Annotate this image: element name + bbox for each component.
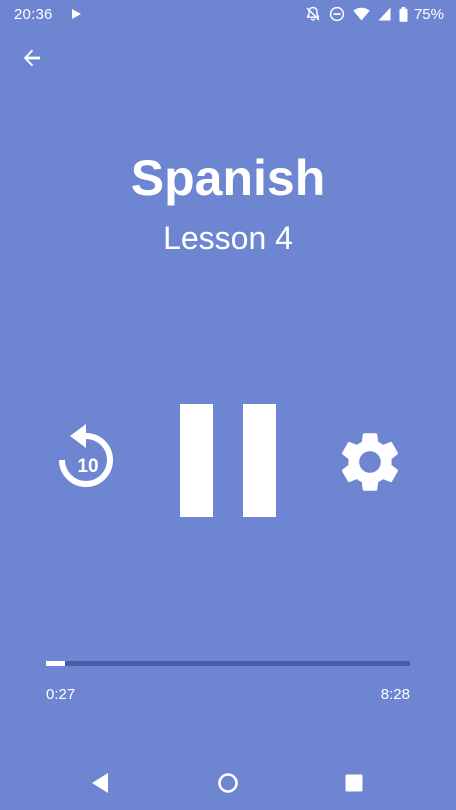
play-icon: [72, 9, 81, 19]
progress-fill: [46, 661, 66, 666]
total-time: 8:28: [380, 686, 410, 703]
nav-back-icon[interactable]: [90, 772, 110, 794]
pause-button[interactable]: [178, 404, 278, 518]
arrow-left-icon: [23, 49, 40, 67]
status-icons: 75%: [305, 5, 444, 23]
pause-bar-left: [180, 404, 213, 517]
battery-percent: 75%: [413, 5, 444, 23]
progress-bar[interactable]: [46, 661, 410, 666]
nav-recents-icon[interactable]: [345, 774, 363, 792]
system-nav-bar: [0, 752, 456, 810]
do-not-disturb-icon: [329, 6, 345, 22]
notifications-off-icon: [306, 6, 320, 21]
replay-10-label: 10: [77, 456, 99, 477]
settings-button[interactable]: [334, 426, 406, 498]
replay-10-button[interactable]: 10: [56, 422, 116, 492]
status-bar: 20:36 75%: [0, 0, 456, 28]
pause-bar-right: [243, 404, 276, 517]
battery-icon: [399, 6, 408, 22]
signal-icon: [378, 7, 391, 21]
lesson-title: Spanish: [130, 150, 326, 206]
back-button[interactable]: [18, 44, 46, 72]
status-time: 20:36: [14, 6, 53, 23]
elapsed-time: 0:27: [46, 686, 76, 703]
gear-icon: [341, 433, 399, 491]
wifi-icon: [353, 7, 370, 21]
nav-home-icon[interactable]: [217, 772, 239, 794]
lesson-subtitle: Lesson 4: [163, 220, 293, 256]
